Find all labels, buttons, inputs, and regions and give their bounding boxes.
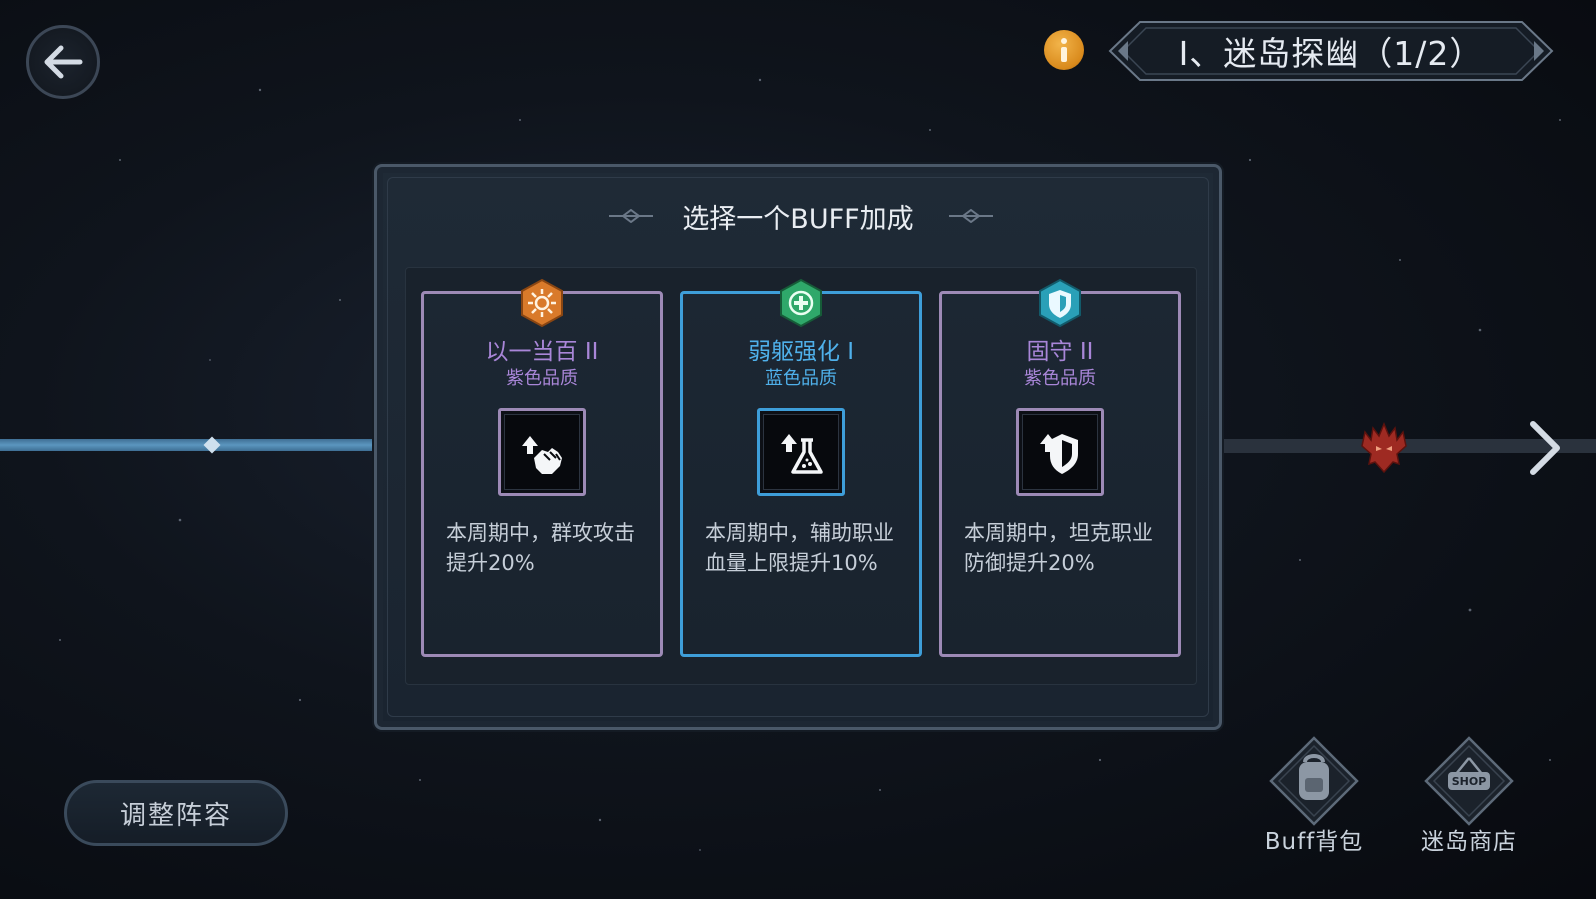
buff-bag-button[interactable]: Buff背包 [1254,736,1374,856]
buff-name: 弱躯强化 I [747,339,855,365]
progress-track-completed [0,439,375,451]
buff-skill-frame [757,408,845,496]
buff-quality: 紫色品质 [1024,368,1096,389]
arrow-left-icon [44,45,83,79]
buff-quality: 紫色品质 [506,368,578,389]
shop-sign-text: SHOP [1452,775,1487,788]
shield-icon [1039,278,1081,328]
island-shop-label: 迷岛商店 [1421,829,1517,855]
stage-title: Ⅰ、迷岛探幽（1/2） [1178,34,1484,73]
sunburst-icon [521,278,563,328]
buff-skill-frame [498,408,586,496]
buff-description: 本周期中，群攻攻击提升20% [446,521,635,575]
buff-description: 本周期中，辅助职业血量上限提升10% [705,521,894,575]
buff-description: 本周期中，坦克职业防御提升20% [964,521,1153,575]
back-button[interactable] [26,25,100,99]
heal-plus-icon [780,278,822,328]
shop-sign-icon: SHOP [1424,736,1514,826]
shield-up-icon [1040,434,1078,474]
stage-title-banner: Ⅰ、迷岛探幽（1/2） [1106,20,1556,82]
island-shop-button[interactable]: SHOP 迷岛商店 [1409,736,1529,856]
chevron-right-icon[interactable] [1525,418,1565,478]
buff-skill-frame [1016,408,1104,496]
adjust-lineup-button[interactable]: 调整阵容 [64,780,288,846]
buff-card[interactable]: 固守 II 紫色品质 本周期中，坦克职业防御提升20% [939,278,1181,657]
buff-name: 固守 II [1026,339,1094,365]
title-ornament-right [949,209,993,223]
buff-select-dialog: 选择一个BUFF加成 以一当百 II 紫色品质 本周期中，群攻攻击提升20% 弱… [374,164,1222,730]
buff-card[interactable]: 弱躯强化 I 蓝色品质 本周期中，辅助职业血量上限提升10% [680,278,922,657]
dialog-title: 选择一个BUFF加成 [682,204,914,235]
boss-demon-icon[interactable] [1359,418,1409,476]
buff-name: 以一当百 II [485,339,599,365]
buff-quality: 蓝色品质 [765,368,837,389]
info-icon [1061,38,1067,62]
backpack-icon [1269,736,1359,826]
buff-card-list: 以一当百 II 紫色品质 本周期中，群攻攻击提升20% 弱躯强化 I 蓝色品质 … [405,267,1197,685]
buff-bag-label: Buff背包 [1264,829,1364,855]
info-button[interactable] [1044,30,1084,70]
flask-up-icon [781,434,823,474]
buff-card[interactable]: 以一当百 II 紫色品质 本周期中，群攻攻击提升20% [421,278,663,657]
fist-up-icon [522,436,562,474]
